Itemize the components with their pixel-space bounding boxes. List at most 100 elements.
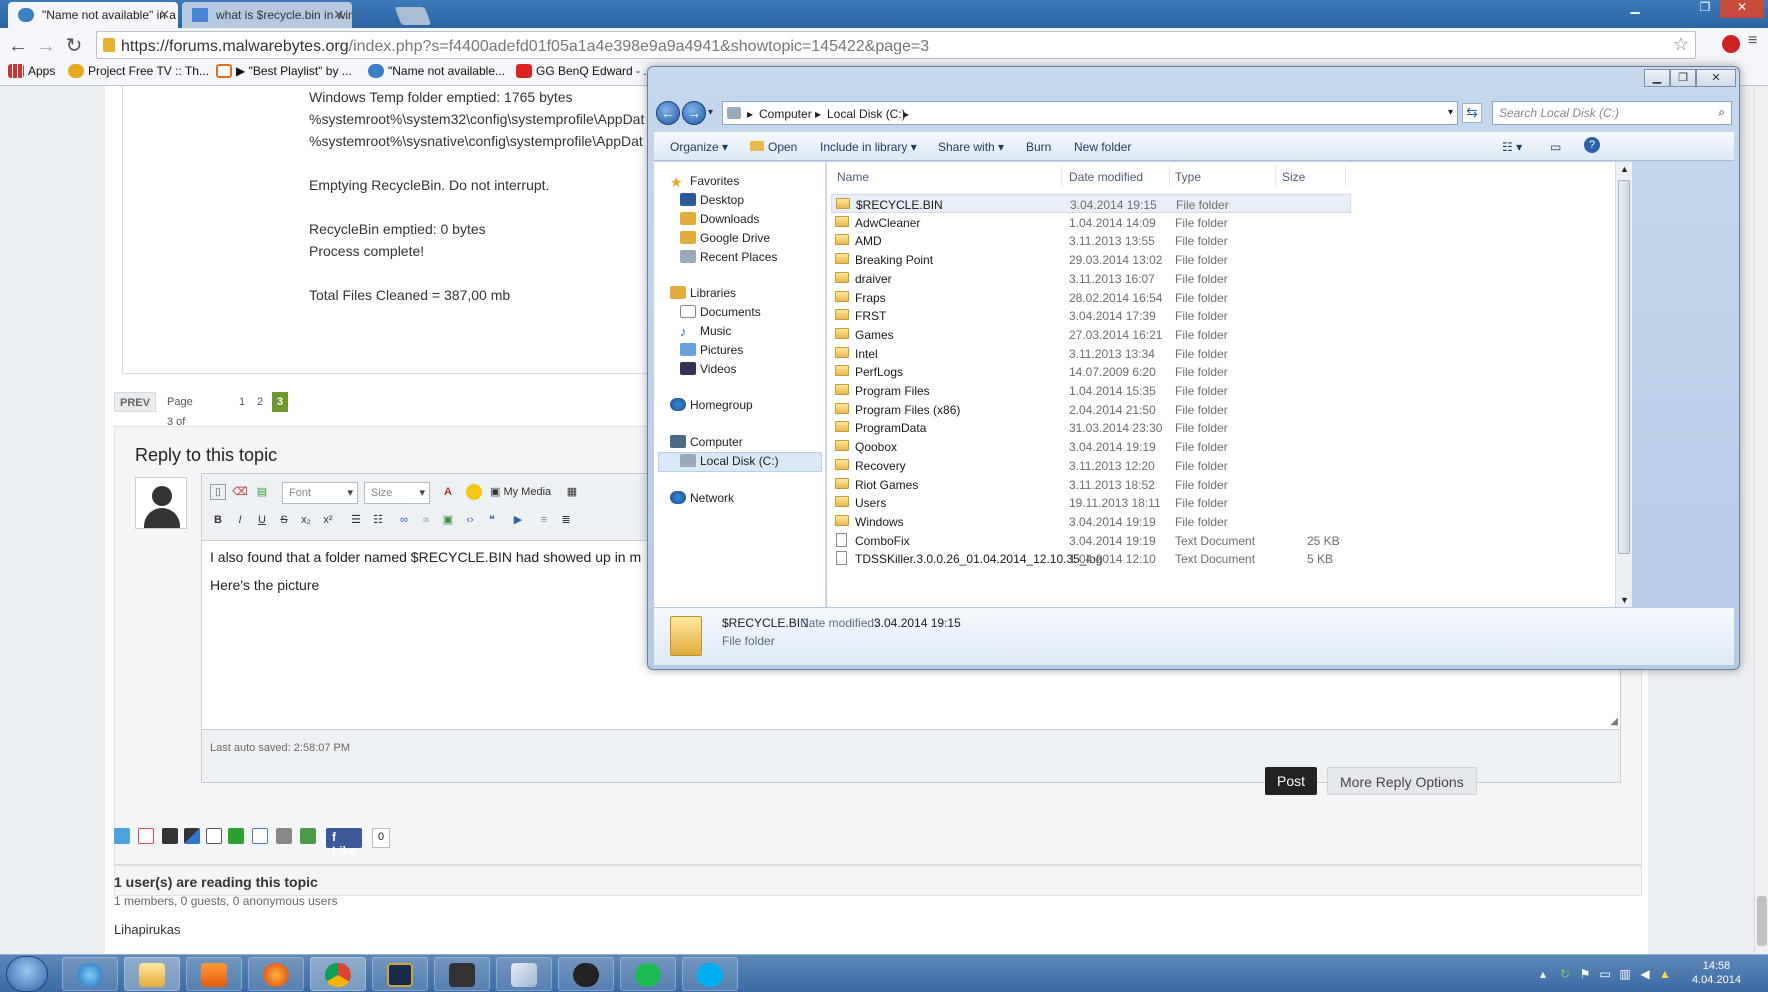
organize-button[interactable]: Organize ▾ xyxy=(670,140,728,154)
scroll-thumb[interactable] xyxy=(1757,896,1767,946)
source-icon[interactable]: ⌷ xyxy=(210,484,226,500)
nav-desktop[interactable]: Desktop xyxy=(680,193,744,207)
nav-google-drive[interactable]: Google Drive xyxy=(680,231,770,245)
view-options-icon[interactable]: ☷ ▾ xyxy=(1502,140,1522,154)
align-justify-icon[interactable]: ≣ xyxy=(558,512,574,528)
tab-name-not-available[interactable]: "Name not available" in a ✕ xyxy=(8,2,178,28)
taskbar-firefox[interactable] xyxy=(248,957,304,991)
file-row[interactable]: TDSSKiller.3.0.0.26_01.04.2014_12.10.35_… xyxy=(831,549,1351,568)
taskbar-obs[interactable] xyxy=(558,957,614,991)
breadcrumb-computer[interactable]: Computer xyxy=(759,107,812,121)
bookmark-name-not-available[interactable]: "Name not available... xyxy=(368,64,505,78)
explorer-scrollbar[interactable]: ▲ ▼ xyxy=(1615,162,1632,607)
file-row[interactable]: ProgramData 31.03.2014 23:30 File folder xyxy=(831,418,1351,437)
refresh-icon[interactable]: ⇆ xyxy=(1462,103,1482,123)
explorer-forward-button[interactable]: → xyxy=(682,101,706,125)
numbered-list-icon[interactable]: ☷ xyxy=(370,512,386,528)
explorer-address-bar[interactable]: ▸ Computer ▸ Local Disk (C:) ▸ ▾ xyxy=(722,101,1458,125)
facebook-like-button[interactable]: f Like xyxy=(326,828,363,858)
reload-button[interactable]: ↻ xyxy=(60,32,88,60)
nav-local-disk[interactable]: Local Disk (C:) xyxy=(680,454,779,468)
taskbar-chrome[interactable] xyxy=(310,957,366,991)
bookmark-best-playlist[interactable]: ▶ "Best Playlist" by ... xyxy=(216,64,352,78)
digg-icon[interactable] xyxy=(162,828,178,844)
show-hidden-icons[interactable]: ▴ xyxy=(1536,967,1550,981)
column-header-date-modified[interactable]: Date modified xyxy=(1069,170,1143,184)
taskbar-explorer[interactable] xyxy=(124,957,180,991)
file-row[interactable]: Recovery 3.11.2013 12:20 File folder xyxy=(831,456,1351,475)
open-button[interactable]: Open xyxy=(750,140,797,154)
bookmark-star-icon[interactable]: ☆ xyxy=(1673,34,1689,55)
taskbar-notepad[interactable] xyxy=(496,957,552,991)
taskbar-skype[interactable] xyxy=(682,957,738,991)
size-select[interactable]: Size xyxy=(364,482,430,504)
close-icon[interactable]: ✕ xyxy=(333,7,344,23)
email-icon[interactable] xyxy=(252,828,268,844)
prev-page-button[interactable]: PREV xyxy=(114,392,156,412)
bookmark-project-free-tv[interactable]: Project Free TV :: Th... xyxy=(68,64,209,78)
clock[interactable]: 14:58 4.04.2014 xyxy=(1692,959,1741,987)
column-header-type[interactable]: Type xyxy=(1175,170,1201,184)
twitter-icon[interactable] xyxy=(114,828,130,844)
file-row[interactable]: $RECYCLE.BIN 3.04.2014 19:15 File folder xyxy=(831,194,1351,213)
my-media-button[interactable]: ▣ My Media xyxy=(490,485,551,498)
file-row[interactable]: Windows 3.04.2014 19:19 File folder xyxy=(831,512,1351,531)
back-button[interactable]: ← xyxy=(4,32,32,60)
file-row[interactable]: Program Files 1.04.2014 15:35 File folder xyxy=(831,381,1351,400)
file-row[interactable]: FRST 3.04.2014 17:39 File folder xyxy=(831,306,1351,325)
flag-icon[interactable]: ⚑ xyxy=(1578,967,1592,981)
new-tab-button[interactable] xyxy=(394,7,432,25)
quote-icon[interactable]: ❝ xyxy=(484,512,500,528)
file-row[interactable]: Qoobox 3.04.2014 19:19 File folder xyxy=(831,437,1351,456)
nav-recent-places[interactable]: Recent Places xyxy=(680,250,777,264)
remove-format-icon[interactable]: ⌫ xyxy=(232,484,248,500)
bold-icon[interactable]: B xyxy=(210,512,226,528)
help-icon[interactable]: ? xyxy=(1584,137,1600,153)
page-link-3-current[interactable]: 3 xyxy=(272,392,289,412)
align-left-icon[interactable]: ≡ xyxy=(536,512,552,528)
page-scrollbar[interactable] xyxy=(1754,86,1768,954)
font-select[interactable]: Font xyxy=(282,482,358,504)
google-plus-icon[interactable] xyxy=(138,828,154,844)
new-folder-button[interactable]: New folder xyxy=(1074,140,1131,154)
taskbar-media-player[interactable] xyxy=(186,957,242,991)
file-row[interactable]: Riot Games 3.11.2013 18:52 File folder xyxy=(831,475,1351,494)
download-icon[interactable] xyxy=(300,828,316,844)
file-row[interactable]: Intel 3.11.2013 13:34 File folder xyxy=(831,344,1351,363)
include-in-library-button[interactable]: Include in library ▾ xyxy=(820,140,917,154)
nav-music[interactable]: ♪ Music xyxy=(680,324,731,339)
page-link-2[interactable]: 2 xyxy=(252,392,268,412)
file-row[interactable]: Breaking Point 29.03.2014 13:02 File folde… xyxy=(831,250,1351,269)
address-bar[interactable]: https://forums.malwarebytes.org/index.ph… xyxy=(96,31,1696,59)
column-header-size[interactable]: Size xyxy=(1282,170,1305,184)
taskbar-league-of-legends[interactable] xyxy=(372,957,428,991)
taskbar-video-editor[interactable] xyxy=(434,957,490,991)
close-window-button[interactable]: ✕ xyxy=(1720,0,1764,18)
explorer-search-input[interactable]: Search Local Disk (C:) ⌕ xyxy=(1492,101,1732,125)
explorer-close-button[interactable]: ✕ xyxy=(1696,69,1736,87)
tab-recycle-bin-search[interactable]: what is $recycle.bin in win ✕ xyxy=(182,2,352,28)
nav-pictures[interactable]: Pictures xyxy=(680,343,743,357)
more-reply-options-button[interactable]: More Reply Options xyxy=(1327,767,1477,795)
forward-button[interactable]: → xyxy=(32,32,60,60)
explorer-maximize-button[interactable]: ❐ xyxy=(1670,69,1696,87)
bullet-list-icon[interactable]: ☰ xyxy=(348,512,364,528)
share-with-button[interactable]: Share with ▾ xyxy=(938,140,1004,154)
menu-icon[interactable]: ≡ xyxy=(1748,32,1757,50)
emoticon-icon[interactable] xyxy=(466,484,482,500)
column-header-name[interactable]: Name xyxy=(837,170,869,184)
italic-icon[interactable]: I xyxy=(232,512,248,528)
display-icon[interactable]: ▭ xyxy=(1598,967,1612,981)
link-icon[interactable]: ∞ xyxy=(396,512,412,528)
taskbar-spotify[interactable] xyxy=(620,957,676,991)
sync-icon[interactable]: ↻ xyxy=(1558,967,1572,981)
file-row[interactable]: ComboFix 3.04.2014 19:19 Text Document 25 K… xyxy=(831,531,1351,550)
google-drive-icon[interactable]: ▲ xyxy=(1658,967,1672,981)
taskbar-internet-explorer[interactable] xyxy=(62,957,118,991)
reddit-icon[interactable] xyxy=(206,828,222,844)
file-row[interactable]: AdwCleaner 1.04.2014 14:09 File folder xyxy=(831,213,1351,232)
network-icon[interactable]: ▥ xyxy=(1618,967,1632,981)
stumbleupon-icon[interactable] xyxy=(228,828,244,844)
file-row[interactable]: PerfLogs 14.07.2009 6:20 File folder xyxy=(831,362,1351,381)
nav-computer[interactable]: Computer xyxy=(670,435,743,449)
